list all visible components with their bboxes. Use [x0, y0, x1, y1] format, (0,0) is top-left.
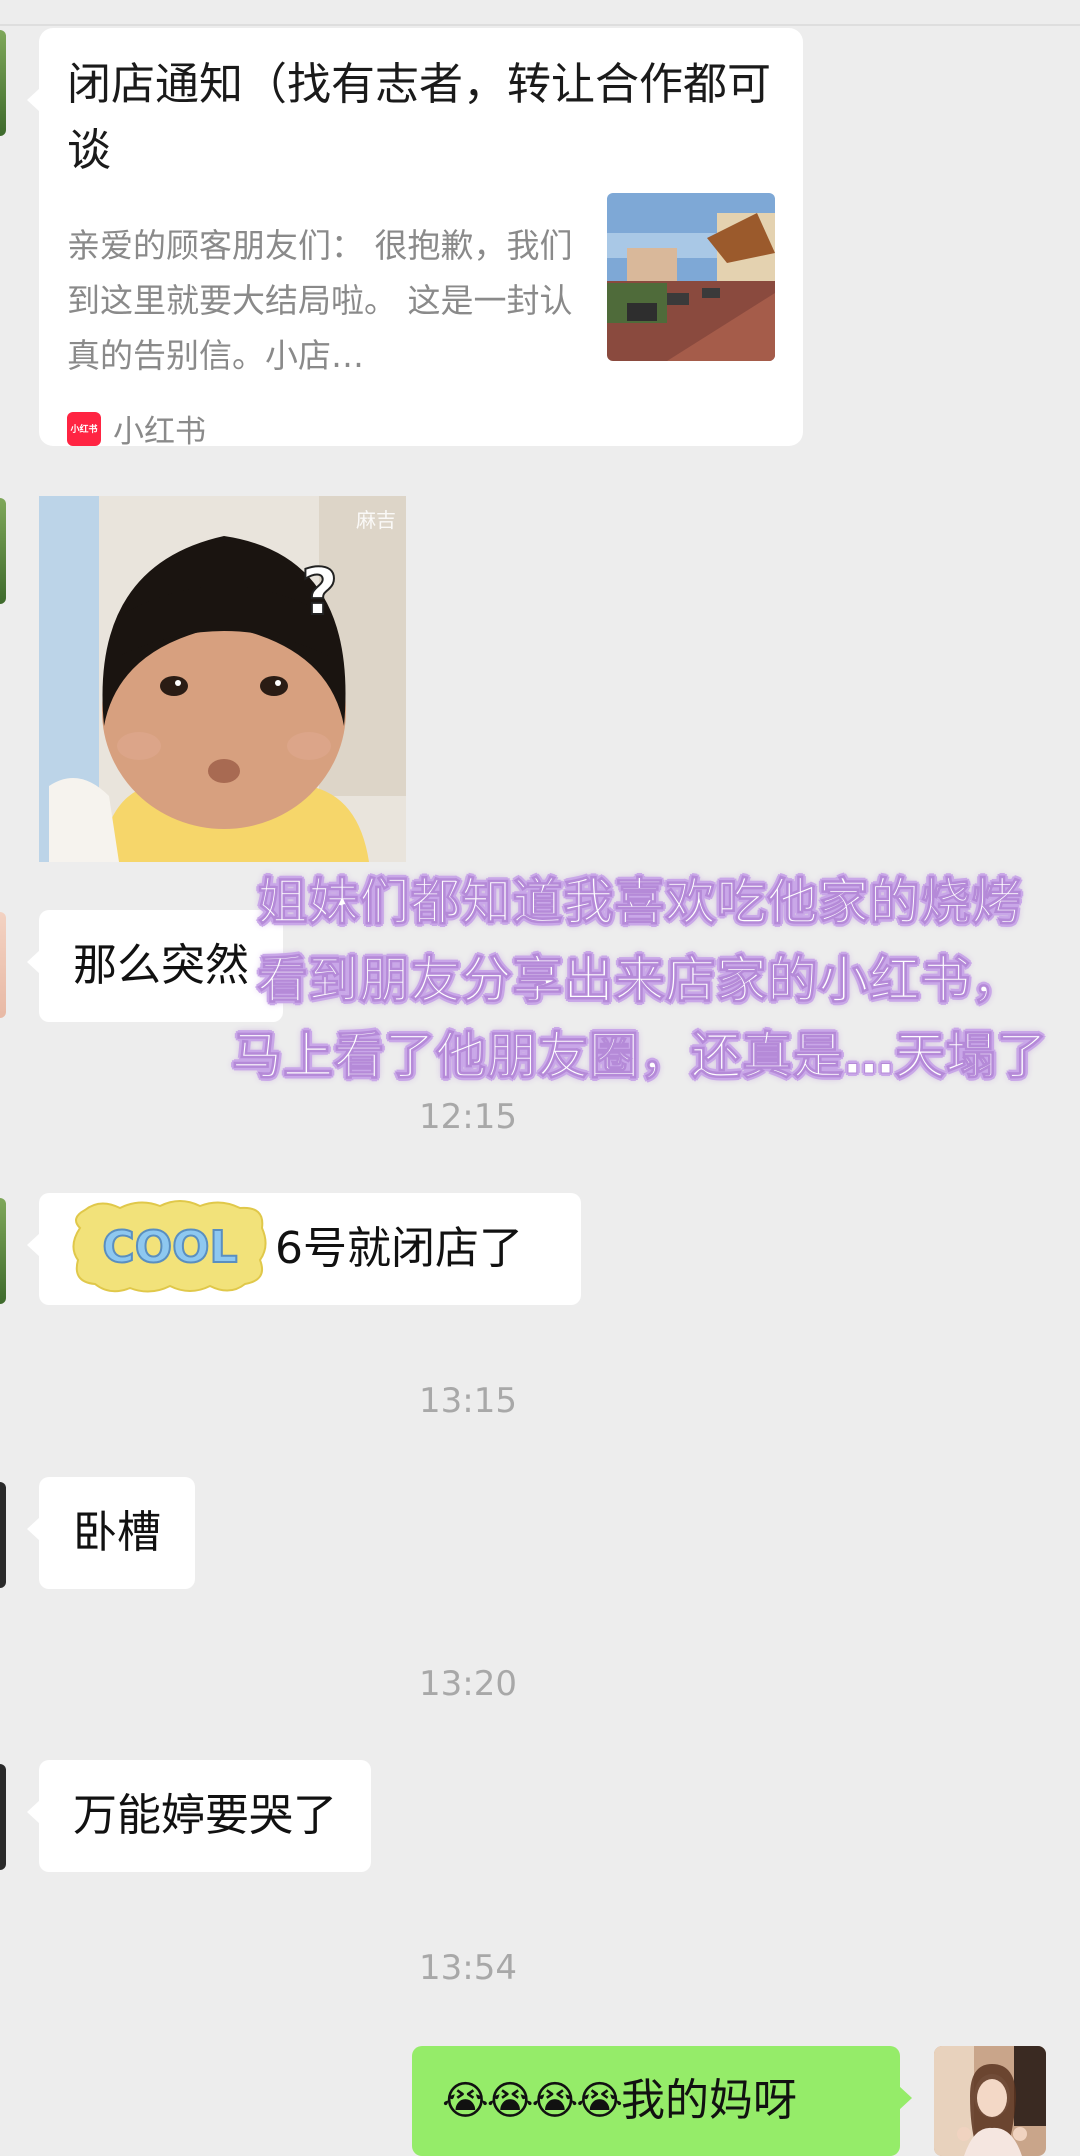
- card-title: 闭店通知（找有志者，转让合作都可谈: [67, 59, 771, 176]
- timestamp: 13:54: [419, 1948, 517, 1988]
- message-bubble[interactable]: 万能婷要哭了: [27, 1760, 371, 1872]
- message-text: 卧槽: [73, 1507, 161, 1558]
- sticker-image[interactable]: ? 麻吉: [39, 496, 406, 862]
- card-source-name: 小红书: [113, 414, 206, 450]
- timestamp: 13:15: [419, 1381, 517, 1421]
- overlay-caption-line: 马上看了他朋友圈，还真是…天塌了: [232, 1027, 1048, 1086]
- contact-avatar[interactable]: [0, 498, 6, 604]
- xiaohongshu-logo-icon: 小红书: [67, 411, 101, 446]
- message-text: 万能婷要哭了: [73, 1790, 337, 1841]
- timestamp: 13:20: [419, 1664, 517, 1704]
- cool-sticker: COOL: [70, 1198, 270, 1294]
- overlay-caption-line: 看到朋友分享出来店家的小红书，: [257, 951, 1023, 1010]
- contact-avatar[interactable]: [0, 1764, 6, 1870]
- card-thumbnail: [607, 193, 775, 361]
- message-bubble[interactable]: 卧槽: [27, 1477, 195, 1589]
- question-mark-icon: ?: [301, 556, 338, 630]
- card-description: 亲爱的顾客朋友们： 很抱歉，我们到这里就要大结局啦。 这是一封认真的告别信。小店…: [67, 226, 573, 375]
- crying-emoji-icon: 😭😭😭😭: [442, 2078, 623, 2124]
- card-source: 小红书 小红书: [67, 406, 206, 451]
- contact-avatar[interactable]: [0, 30, 6, 136]
- contact-avatar[interactable]: [0, 1482, 6, 1588]
- sent-message-bubble[interactable]: 😭😭😭😭 我的妈呀: [412, 2046, 912, 2156]
- my-avatar[interactable]: [934, 2046, 1046, 2156]
- message-text: 6号就闭店了: [275, 1223, 523, 1274]
- contact-avatar[interactable]: [0, 1198, 6, 1304]
- sent-message-text: 我的妈呀: [620, 2075, 797, 2126]
- cool-sticker-text: COOL: [102, 1222, 237, 1273]
- timestamp: 12:15: [419, 1097, 517, 1137]
- sticker-watermark: 麻吉: [356, 508, 396, 532]
- top-divider: [0, 24, 1080, 26]
- shared-link-card[interactable]: 闭店通知（找有志者，转让合作都可谈 亲爱的顾客朋友们： 很抱歉，我们到这里就要大…: [27, 28, 803, 450]
- overlay-caption-line: 姐妹们都知道我喜欢吃他家的烧烤: [257, 873, 1023, 932]
